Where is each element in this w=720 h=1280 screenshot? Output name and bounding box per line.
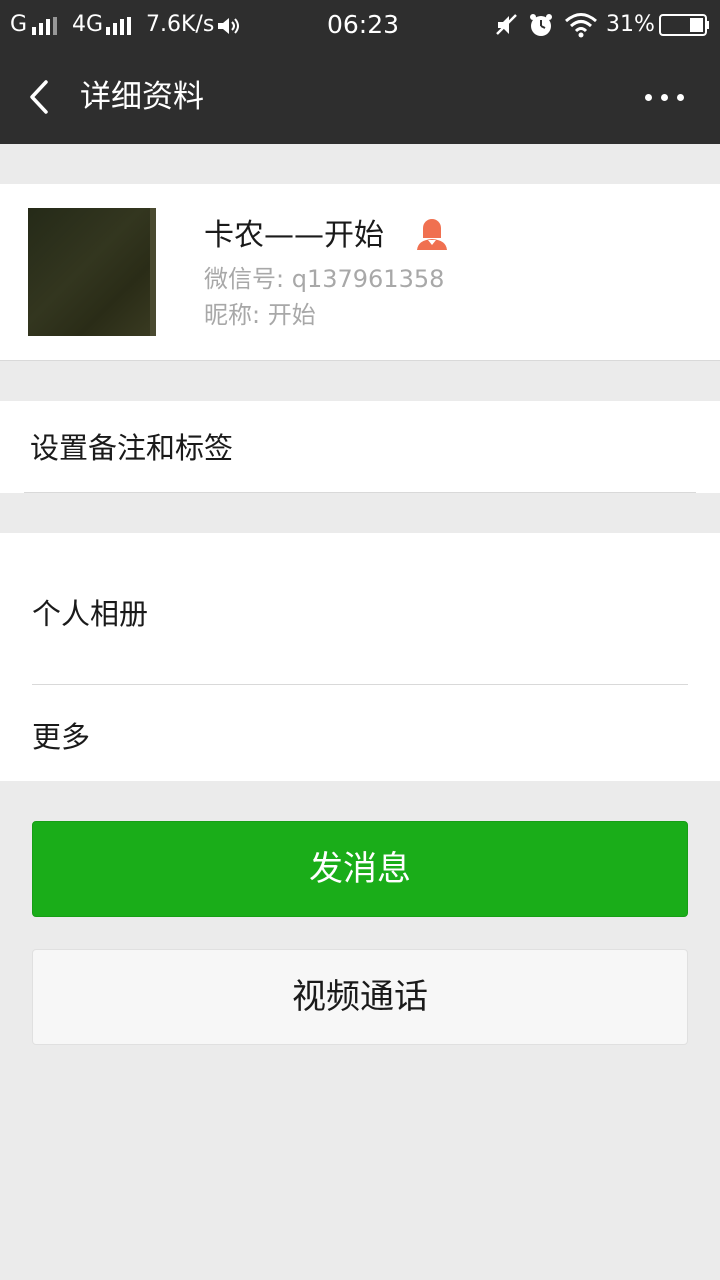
mute-icon [496,14,517,35]
send-message-button[interactable]: 发消息 [32,821,688,917]
video-call-button[interactable]: 视频通话 [32,949,688,1045]
wifi-icon [565,13,597,38]
nav-bar: 详细资料 [0,50,720,144]
divider [24,492,696,493]
battery-percent: 31% [606,12,655,37]
remark-tags-label: 设置备注和标签 [30,431,234,465]
more-button[interactable] [636,78,692,116]
avatar[interactable] [28,208,156,336]
carrier-label: G [10,12,28,37]
net-speed-label: 7.6K/s [146,12,215,37]
remark-tags-row[interactable]: 设置备注和标签 [0,401,720,493]
clock: 06:23 [327,10,400,39]
speaker-icon [218,18,239,34]
wechat-id: 微信号: q137961358 [204,265,445,293]
more-row[interactable]: 更多 [0,685,720,781]
nickname: 昵称: 开始 [204,301,316,329]
signal-icon [32,17,57,35]
battery-icon [659,14,709,36]
back-button[interactable] [22,74,62,120]
chevron-left-icon [30,80,48,114]
signal-icon [106,17,131,35]
more-label: 更多 [32,720,91,754]
more-icon [645,94,652,101]
album-row[interactable]: 个人相册 [0,533,720,684]
page-title: 详细资料 [80,79,204,115]
contact-name: 卡农——开始 [204,218,384,253]
network-type-label: 4G [72,12,104,37]
profile-card: 卡农——开始 微信号: q137961358 昵称: 开始 [0,184,720,361]
alarm-icon [530,14,552,36]
album-label: 个人相册 [32,597,149,631]
status-bar: G 4G 7.6K/s 06:23 31% [0,0,720,50]
female-icon [417,219,447,250]
info-group: 个人相册 更多 [0,533,720,781]
